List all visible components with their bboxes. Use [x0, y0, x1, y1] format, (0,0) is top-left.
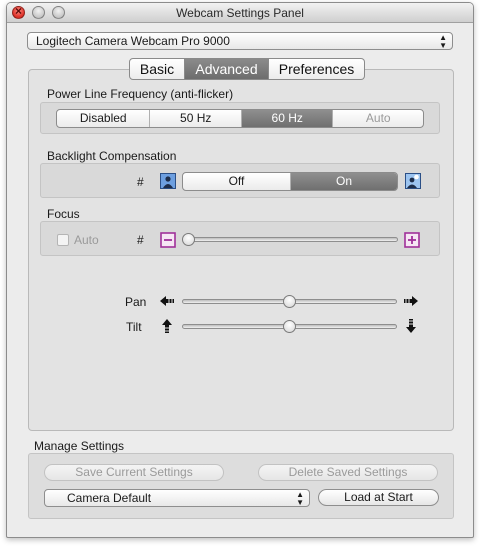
arrow-up-icon[interactable] — [159, 318, 175, 334]
focus-auto-checkbox[interactable] — [57, 234, 69, 246]
backlight-group: # Off On — [40, 163, 440, 198]
preset-select[interactable]: Camera Default ▲ ▼ — [44, 489, 310, 507]
power-line-60hz-option[interactable]: 60 Hz — [240, 110, 333, 127]
arrow-left-icon[interactable] — [159, 293, 175, 309]
focus-group: Auto # — [40, 221, 440, 256]
manage-settings-label: Manage Settings — [34, 439, 125, 453]
load-at-start-button[interactable]: Load at Start — [318, 489, 439, 506]
arrow-right-icon[interactable] — [403, 293, 419, 309]
camera-select[interactable]: Logitech Camera Webcam Pro 9000 ▲ ▼ — [27, 32, 453, 50]
plus-icon[interactable] — [404, 232, 420, 248]
backlight-label: Backlight Compensation — [47, 149, 177, 163]
backlight-segmented: Off On — [182, 172, 398, 191]
pan-slider-knob[interactable] — [282, 295, 296, 308]
advanced-tab-pane: Power Line Frequency (anti-flicker) Disa… — [28, 69, 454, 431]
tab-advanced[interactable]: Advanced — [185, 58, 269, 80]
backlight-hash: # — [137, 175, 144, 189]
focus-hash: # — [137, 233, 144, 247]
preset-select-value: Camera Default — [67, 491, 152, 505]
save-current-settings-button[interactable]: Save Current Settings — [44, 464, 224, 481]
tab-bar: Basic Advanced Preferences — [129, 58, 365, 80]
focus-slider-knob[interactable] — [182, 233, 195, 246]
backlight-on-icon[interactable] — [405, 173, 421, 189]
power-line-disabled-option[interactable]: Disabled — [57, 110, 149, 127]
backlight-off-icon[interactable] — [160, 173, 176, 189]
backlight-off-option[interactable]: Off — [183, 173, 290, 190]
arrow-down-icon[interactable] — [403, 318, 419, 334]
backlight-on-option[interactable]: On — [290, 173, 397, 190]
window-title: Webcam Settings Panel — [176, 6, 304, 20]
focus-label: Focus — [47, 207, 80, 221]
manage-settings-group: Save Current Settings Delete Saved Setti… — [28, 453, 454, 519]
minus-icon[interactable] — [160, 232, 176, 248]
power-line-group: Disabled 50 Hz 60 Hz Auto — [40, 102, 440, 134]
focus-auto-label: Auto — [74, 233, 99, 247]
camera-select-value: Logitech Camera Webcam Pro 9000 — [36, 34, 230, 48]
settings-window: Webcam Settings Panel Logitech Camera We… — [6, 2, 474, 538]
power-line-segmented: Disabled 50 Hz 60 Hz Auto — [56, 109, 424, 128]
chevron-updown-icon: ▲ ▼ — [296, 490, 304, 507]
tab-preferences[interactable]: Preferences — [269, 58, 365, 80]
title-bar[interactable]: Webcam Settings Panel — [7, 3, 473, 23]
power-line-50hz-option[interactable]: 50 Hz — [149, 110, 241, 127]
tab-basic[interactable]: Basic — [129, 58, 185, 80]
power-line-label: Power Line Frequency (anti-flicker) — [47, 87, 234, 101]
tilt-label: Tilt — [126, 320, 142, 334]
pan-label: Pan — [125, 295, 147, 309]
chevron-updown-icon: ▲ ▼ — [439, 33, 447, 50]
tilt-slider-knob[interactable] — [282, 320, 296, 333]
delete-saved-settings-button[interactable]: Delete Saved Settings — [258, 464, 438, 481]
power-line-auto-option[interactable]: Auto — [332, 110, 423, 127]
focus-slider-track[interactable] — [184, 237, 398, 242]
